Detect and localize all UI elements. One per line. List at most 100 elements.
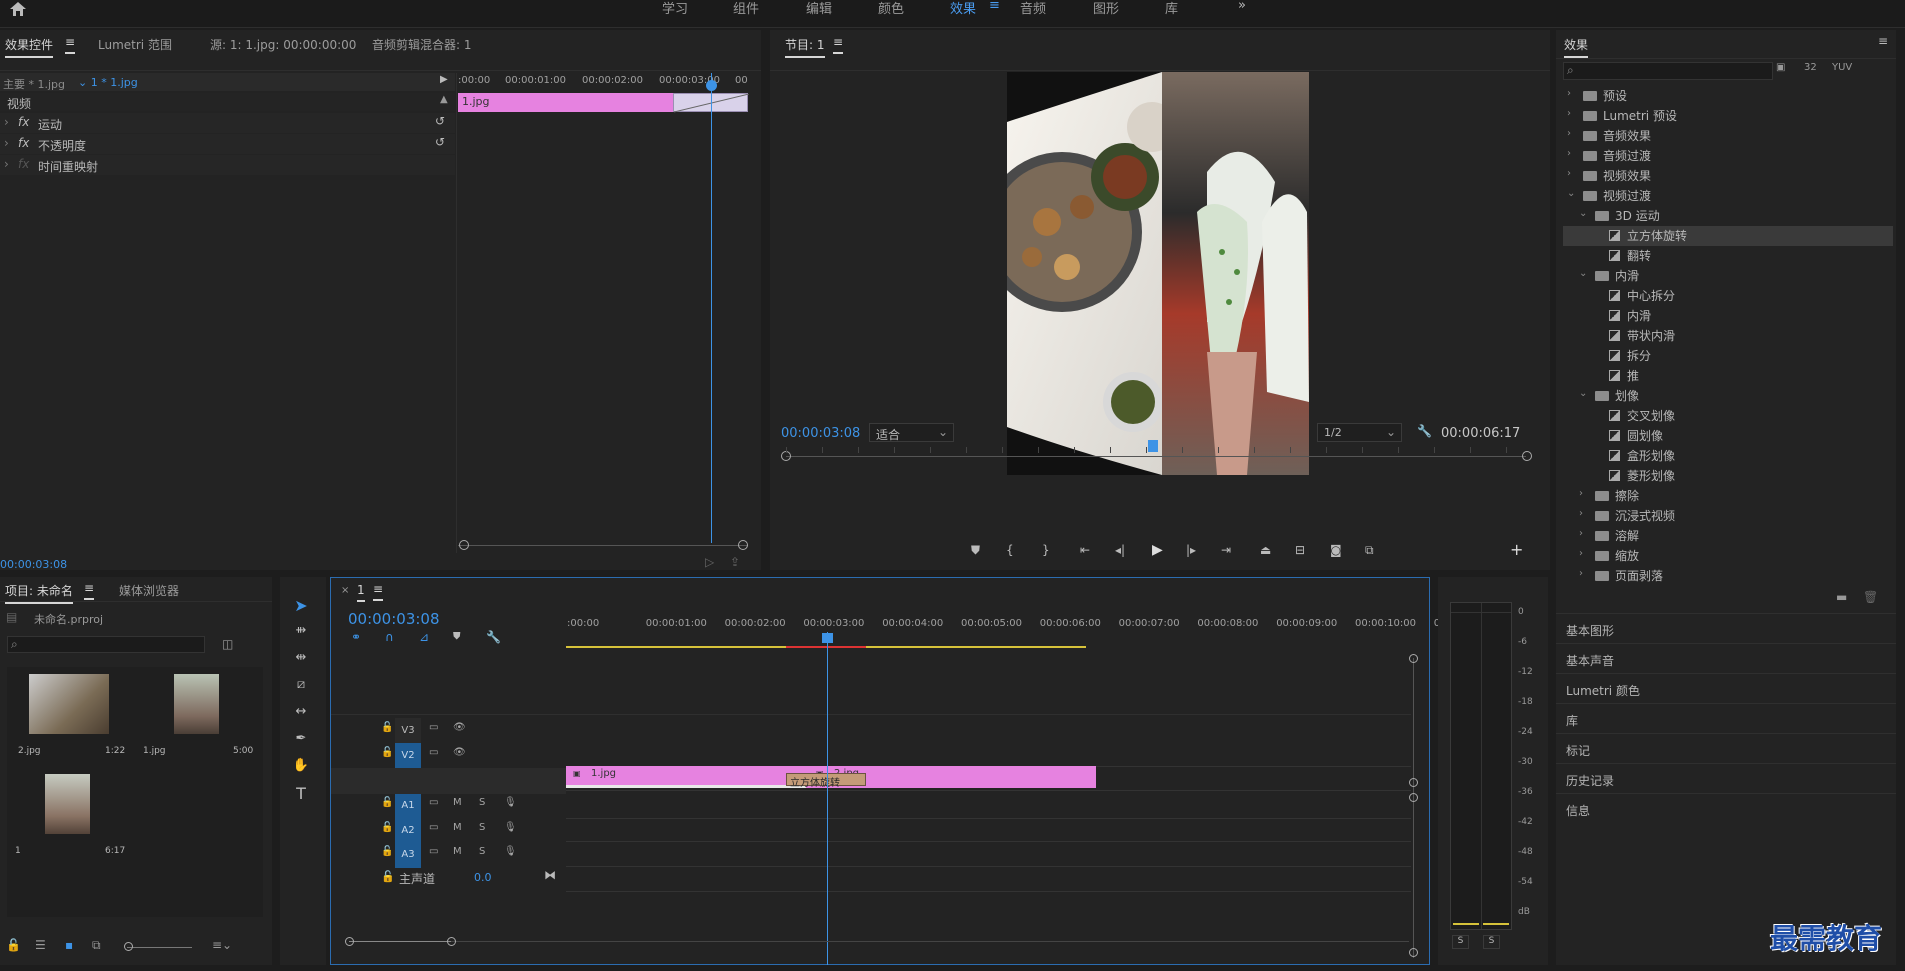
slip-tool-icon[interactable]: ↔	[289, 704, 313, 726]
effects-tree-item[interactable]: › 缩放	[1563, 546, 1893, 566]
workspace-tab-color[interactable]: 颜色	[878, 0, 904, 17]
mute-icon[interactable]: M	[453, 846, 462, 857]
program-timecode[interactable]: 00:00:03:08	[781, 426, 860, 441]
selection-tool-icon[interactable]: ➤	[289, 596, 313, 618]
tab-media-browser[interactable]: 媒体浏览器	[119, 582, 179, 599]
linked-selection-icon[interactable]: ⊿	[419, 630, 429, 644]
export-icon[interactable]: ⇪	[730, 555, 740, 569]
workspace-tab-libraries[interactable]: 库	[1165, 0, 1178, 17]
master-lock-icon[interactable]: 🔓	[381, 870, 395, 883]
tab-source[interactable]: 源: 1: 1.jpg: 00:00:00:00	[210, 36, 356, 53]
workspace-tab-assembly[interactable]: 组件	[733, 0, 759, 17]
effects-tree-item[interactable]: › 音频过渡	[1563, 146, 1893, 166]
tab-sequence[interactable]: 1	[357, 583, 365, 602]
chevron-right-icon[interactable]: ›	[1567, 148, 1571, 159]
timeline-settings-icon[interactable]: 🔧	[486, 630, 501, 644]
new-bin-icon[interactable]: ▬	[1836, 590, 1847, 604]
chevron-right-icon[interactable]: ›	[1567, 168, 1571, 179]
list-view-icon[interactable]: ☰	[35, 938, 46, 952]
chevron-right-icon[interactable]: ›	[1579, 568, 1583, 579]
effects-tree-item[interactable]: 圆划像	[1563, 426, 1893, 446]
section-libraries[interactable]: 库	[1556, 703, 1896, 733]
chevron-down-icon[interactable]: ⌄	[1567, 188, 1575, 199]
solo-icon[interactable]: S	[479, 846, 485, 857]
freeform-view-icon[interactable]: ⧉	[92, 938, 101, 953]
workspace-menu-icon[interactable]: ≡	[989, 0, 1000, 13]
project-search-input[interactable]: ⌕	[7, 636, 205, 653]
effects-tree-item[interactable]: 立方体旋转	[1563, 226, 1893, 246]
add-button-icon[interactable]: +	[1510, 540, 1523, 559]
program-scrub-bar[interactable]	[786, 456, 1526, 457]
camera-icon[interactable]: ◙	[1330, 543, 1342, 557]
effects-tree-item[interactable]: ⌄ 视频过渡	[1563, 186, 1893, 206]
panel-menu-icon[interactable]: ≡	[84, 581, 95, 600]
go-to-in-icon[interactable]: ⇤	[1080, 543, 1090, 557]
chevron-down-icon[interactable]: ⌄	[1579, 388, 1587, 399]
master-clip-label[interactable]: 主要 * 1.jpg	[3, 76, 65, 92]
chevron-right-icon[interactable]: ›	[1567, 108, 1571, 119]
step-back-icon[interactable]: ◂|	[1115, 543, 1125, 557]
ripple-edit-tool-icon[interactable]: ⇹	[289, 650, 313, 672]
microphone-icon[interactable]: 🎙	[504, 822, 517, 833]
section-essential-sound[interactable]: 基本声音	[1556, 643, 1896, 673]
program-video-frame[interactable]	[1007, 72, 1309, 475]
mark-in-icon[interactable]: {	[1006, 543, 1014, 557]
add-marker-icon[interactable]: ⛊	[971, 543, 980, 558]
section-history[interactable]: 历史记录	[1556, 763, 1896, 793]
master-go-to-icon[interactable]: ⧓	[544, 868, 556, 882]
chevron-right-icon[interactable]: ›	[1567, 128, 1571, 139]
effects-tree-item[interactable]: › 溶解	[1563, 526, 1893, 546]
effects-search-input[interactable]: ⌕	[1563, 62, 1773, 80]
delete-icon[interactable]: 🗑	[1863, 590, 1878, 604]
chevron-down-icon[interactable]: ⌄	[1579, 268, 1587, 279]
comparison-view-icon[interactable]: ⧉	[1365, 543, 1374, 558]
track-target-a3[interactable]: A3	[395, 842, 421, 868]
lock-icon[interactable]: 🔓	[381, 846, 393, 857]
extract-icon[interactable]: ⊟	[1295, 543, 1305, 557]
solo-right-button[interactable]: S	[1483, 935, 1500, 949]
workspace-tab-audio[interactable]: 音频	[1020, 0, 1046, 17]
effects-tree-item[interactable]: › 擦除	[1563, 486, 1893, 506]
32bit-effects-icon[interactable]: 32	[1804, 62, 1817, 73]
tab-effects[interactable]: 效果	[1564, 36, 1589, 58]
effect-row-time-remap[interactable]: › fx 时间重映射	[0, 155, 455, 175]
play-icon[interactable]: ▶	[1152, 542, 1163, 558]
toggle-timeline-icon[interactable]: ▶	[440, 74, 448, 85]
effects-tree-item[interactable]: 中心拆分	[1563, 286, 1893, 306]
microphone-icon[interactable]: 🎙	[504, 846, 517, 857]
lock-icon[interactable]: 🔓	[6, 938, 21, 952]
effect-row-motion[interactable]: › fx 运动 ↺	[0, 113, 455, 133]
section-markers[interactable]: 标记	[1556, 733, 1896, 763]
sync-lock-icon[interactable]: ▭	[429, 722, 438, 733]
mini-clip[interactable]: 1.jpg	[458, 93, 673, 112]
transition-cube-spin[interactable]: 立方体旋转	[786, 773, 866, 789]
section-essential-graphics[interactable]: 基本图形	[1556, 613, 1896, 643]
step-forward-icon[interactable]: |▸	[1186, 543, 1196, 557]
effects-tree-item[interactable]: › 沉浸式视频	[1563, 506, 1893, 526]
mute-icon[interactable]: M	[453, 797, 462, 808]
accelerated-effects-icon[interactable]: ▣	[1776, 62, 1785, 73]
lock-icon[interactable]: 🔓	[381, 722, 393, 733]
add-marker-icon[interactable]: ⛊	[453, 631, 461, 642]
chevron-right-icon[interactable]: ›	[1579, 528, 1583, 539]
effects-tree-item[interactable]: 拆分	[1563, 346, 1893, 366]
workspace-tab-editing[interactable]: 编辑	[806, 0, 832, 17]
effects-tree-item[interactable]: 盒形划像	[1563, 446, 1893, 466]
fit-dropdown[interactable]: 适合 ⌄	[869, 423, 954, 442]
tab-project[interactable]: 项目: 未命名	[5, 582, 73, 604]
panel-menu-icon[interactable]: ≡	[373, 582, 384, 601]
panel-menu-icon[interactable]: ≡	[833, 35, 844, 54]
chevron-right-icon[interactable]: ›	[1579, 548, 1583, 559]
lift-icon[interactable]: ⏏	[1260, 543, 1271, 557]
effects-tree-item[interactable]: 菱形划像	[1563, 466, 1893, 486]
track-target-a1[interactable]: A1	[395, 793, 421, 819]
chevron-down-icon[interactable]: ⌄	[1579, 208, 1587, 219]
project-item-2jpg[interactable]: 2.jpg 1:22	[15, 672, 135, 767]
chevron-right-icon[interactable]: ›	[1567, 88, 1571, 99]
section-info[interactable]: 信息	[1556, 793, 1896, 823]
hand-tool-icon[interactable]: ✋	[289, 758, 313, 780]
tab-program[interactable]: 节目: 1	[785, 36, 825, 58]
sync-lock-icon[interactable]: ▭	[429, 747, 438, 758]
effects-tree-item[interactable]: › 页面剥落	[1563, 566, 1893, 586]
effects-tree-item[interactable]: › 视频效果	[1563, 166, 1893, 186]
